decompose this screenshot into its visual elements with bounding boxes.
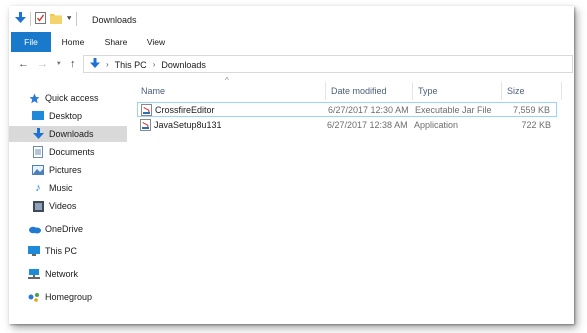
- file-size: 722 KB: [521, 120, 551, 130]
- file-name: CrossfireEditor: [155, 105, 215, 115]
- properties-checkmark-icon[interactable]: [35, 12, 46, 26]
- sidebar-item-this-pc[interactable]: This PC: [9, 243, 145, 259]
- forward-arrow-icon[interactable]: →: [37, 58, 48, 70]
- sidebar-item-label: Downloads: [49, 129, 94, 139]
- sidebar-item-quick-access[interactable]: Quick access: [9, 90, 145, 106]
- file-list: ^ Name Date modified Type Size Crossfire…: [127, 76, 574, 324]
- desktop-icon: [31, 110, 45, 122]
- sort-ascending-icon: ^: [225, 76, 229, 85]
- column-divider[interactable]: [412, 82, 413, 100]
- window-title: Downloads: [92, 15, 137, 25]
- column-header-date-modified[interactable]: Date modified: [331, 86, 387, 96]
- toolbar-divider: [76, 12, 78, 26]
- file-size: 7,559 KB: [512, 105, 550, 115]
- file-date-modified: 6/27/2017 12:38 AM: [327, 120, 408, 130]
- explorer-window: ⯆ Downloads File Home Share View ← → ⯆ ↑…: [9, 6, 574, 324]
- file-type: Application: [414, 120, 459, 130]
- column-header-size[interactable]: Size: [507, 86, 525, 96]
- network-icon: [27, 268, 41, 280]
- tab-share[interactable]: Share: [97, 32, 135, 52]
- column-header-type[interactable]: Type: [418, 86, 438, 96]
- recent-locations-chevron-icon[interactable]: ⯆: [56, 61, 62, 69]
- tab-view[interactable]: View: [141, 32, 171, 52]
- sidebar-item-label: Music: [49, 183, 73, 193]
- sidebar-item-label: OneDrive: [45, 224, 84, 234]
- sidebar-item-label: Homegroup: [45, 292, 93, 302]
- table-row[interactable]: JavaSetup8u131 6/27/2017 12:38 AM Applic…: [137, 118, 557, 133]
- document-icon: [31, 146, 45, 158]
- quick-access-toolbar: ⯆: [15, 12, 78, 26]
- star-icon: [27, 92, 41, 104]
- column-divider[interactable]: [325, 82, 326, 100]
- picture-icon: [31, 164, 45, 176]
- cloud-icon: [27, 223, 41, 235]
- sidebar-item-label: Pictures: [49, 165, 82, 175]
- column-header-row: ^ Name Date modified Type Size: [127, 76, 574, 104]
- music-note-icon: ♪: [35, 182, 41, 194]
- sidebar-item-label: Quick access: [45, 93, 99, 103]
- jar-file-icon: [141, 104, 152, 118]
- application-icon: [140, 119, 151, 133]
- breadcrumb-chevron-icon[interactable]: ›: [153, 60, 156, 69]
- file-type: Executable Jar File: [415, 105, 492, 115]
- column-header-name[interactable]: Name: [141, 86, 165, 96]
- toolbar-divider: [30, 12, 31, 26]
- new-folder-icon[interactable]: [50, 13, 62, 26]
- navigation-pane: Quick access Desktop 📌︎ Downloads 📌︎ Doc…: [9, 76, 149, 324]
- table-row[interactable]: CrossfireEditor 6/27/2017 12:30 AM Execu…: [137, 102, 557, 117]
- download-arrow-icon: [90, 58, 100, 71]
- sidebar-item-onedrive[interactable]: OneDrive: [9, 221, 145, 237]
- sidebar-item-label: Documents: [49, 147, 95, 157]
- up-arrow-icon[interactable]: ↑: [70, 58, 76, 70]
- ribbon-tabs: File Home Share View: [9, 32, 574, 53]
- title-bar: ⯆ Downloads: [9, 6, 574, 32]
- download-arrow-icon[interactable]: [15, 12, 26, 26]
- computer-icon: [27, 245, 41, 257]
- file-date-modified: 6/27/2017 12:30 AM: [328, 105, 409, 115]
- sidebar-item-label: Desktop: [49, 111, 83, 121]
- homegroup-icon: [27, 291, 41, 303]
- sidebar-item-homegroup[interactable]: Homegroup: [9, 289, 145, 305]
- file-name: JavaSetup8u131: [154, 120, 222, 130]
- breadcrumb: › This PC › Downloads: [90, 58, 206, 71]
- video-icon: [31, 200, 45, 212]
- breadcrumb-this-pc[interactable]: This PC: [115, 60, 147, 70]
- sidebar-item-label: This PC: [45, 246, 78, 256]
- sidebar-item-label: Videos: [49, 201, 77, 211]
- back-arrow-icon[interactable]: ←: [18, 58, 29, 70]
- download-arrow-icon: [31, 128, 45, 140]
- breadcrumb-chevron-icon[interactable]: ›: [106, 60, 109, 69]
- sidebar-item-label: Network: [45, 269, 79, 279]
- column-divider[interactable]: [501, 82, 502, 100]
- navigation-bar: ← → ⯆ ↑ › This PC › Downloads: [9, 52, 574, 76]
- breadcrumb-downloads[interactable]: Downloads: [161, 60, 206, 70]
- address-bar[interactable]: › This PC › Downloads: [83, 55, 573, 73]
- tab-home[interactable]: Home: [55, 32, 91, 52]
- column-divider[interactable]: [561, 82, 562, 100]
- tab-file[interactable]: File: [11, 32, 51, 52]
- sidebar-item-network[interactable]: Network: [9, 266, 145, 282]
- customize-toolbar-icon[interactable]: ⯆: [66, 14, 72, 24]
